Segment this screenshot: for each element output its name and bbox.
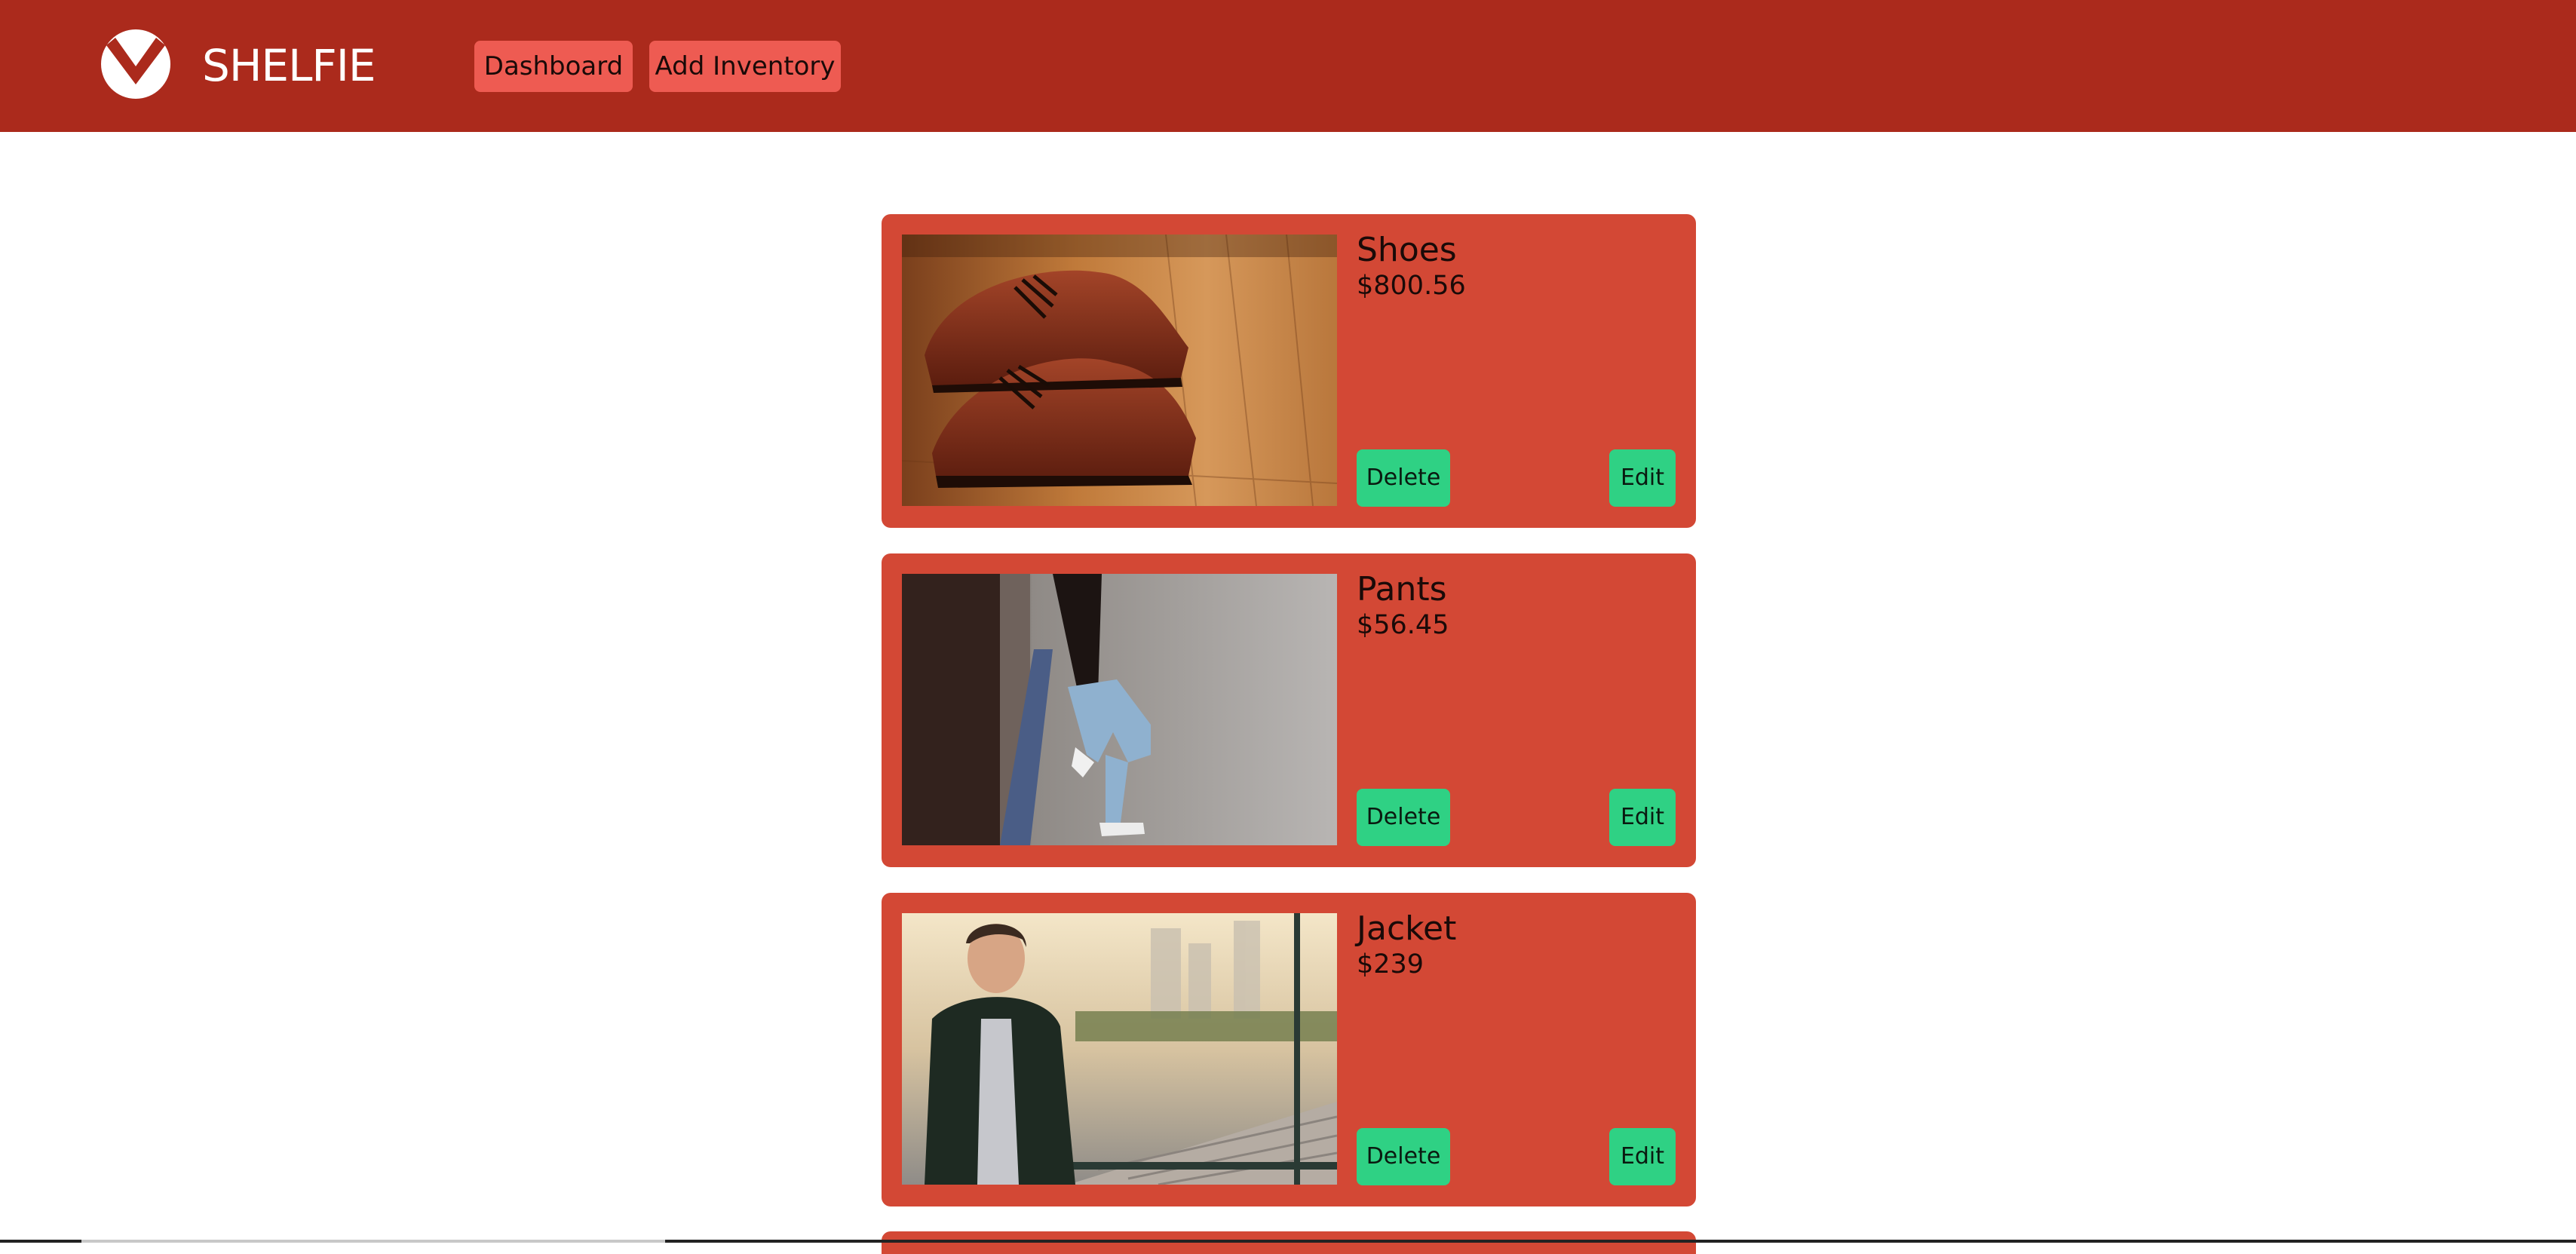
product-name: Jacket bbox=[1357, 909, 1457, 948]
delete-button[interactable]: Delete bbox=[1357, 1128, 1450, 1185]
inventory-card: Jacket $239 Delete Edit bbox=[882, 893, 1696, 1206]
inventory-card-partial bbox=[882, 1231, 1696, 1254]
product-image-jacket bbox=[902, 913, 1337, 1185]
product-price: $800.56 bbox=[1357, 271, 1466, 301]
delete-button[interactable]: Delete bbox=[1357, 449, 1450, 507]
scrollbar-thumb[interactable] bbox=[81, 1240, 665, 1243]
edit-button[interactable]: Edit bbox=[1609, 449, 1676, 507]
dashboard-button[interactable]: Dashboard bbox=[474, 41, 633, 92]
checkmark-circle-icon[interactable] bbox=[100, 29, 171, 100]
edit-button[interactable]: Edit bbox=[1609, 789, 1676, 846]
brand-title: SHELFIE bbox=[202, 40, 376, 91]
app-header: SHELFIE Dashboard Add Inventory bbox=[0, 0, 2576, 132]
edit-button[interactable]: Edit bbox=[1609, 1128, 1676, 1185]
inventory-card: Pants $56.45 Delete Edit bbox=[882, 553, 1696, 867]
product-image-pants bbox=[902, 574, 1337, 845]
add-inventory-button[interactable]: Add Inventory bbox=[649, 41, 841, 92]
product-price: $239 bbox=[1357, 949, 1424, 980]
delete-button[interactable]: Delete bbox=[1357, 789, 1450, 846]
inventory-card: Shoes $800.56 Delete Edit bbox=[882, 214, 1696, 528]
product-name: Pants bbox=[1357, 570, 1447, 609]
product-price: $56.45 bbox=[1357, 610, 1449, 640]
product-image-shoes bbox=[902, 235, 1337, 506]
product-name: Shoes bbox=[1357, 231, 1457, 269]
